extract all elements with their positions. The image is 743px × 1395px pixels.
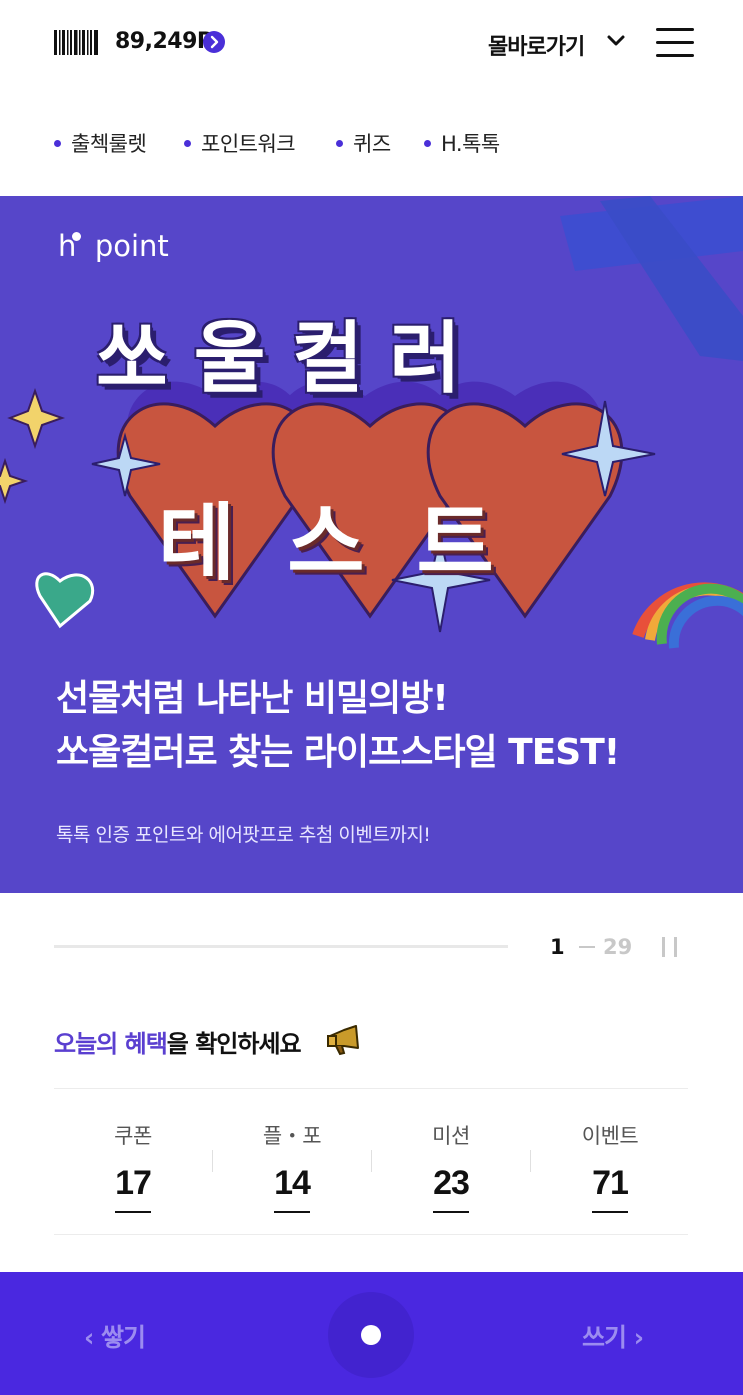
quick-link-label: 출첵룰렛	[71, 132, 147, 156]
stat-label: 쿠폰	[114, 1124, 152, 1148]
stat-label: 플・포	[262, 1124, 322, 1148]
stat-playpoint[interactable]: 플・포 14	[213, 1120, 371, 1213]
benefits-heading: 오늘의 혜택을 확인하세요	[54, 1024, 302, 1059]
points-arrow-icon[interactable]	[203, 31, 225, 53]
stat-mission[interactable]: 미션 23	[372, 1120, 530, 1213]
chevron-right-icon: ›	[626, 1323, 644, 1352]
bullet-dot	[424, 139, 431, 147]
banner-title-line2: 테스트	[158, 494, 546, 592]
stat-coupon[interactable]: 쿠폰 17	[54, 1120, 212, 1213]
quick-link-pointwalk[interactable]: 포인트워크	[184, 128, 296, 158]
banner-headline: 선물처럼 나타난 비밀의방! 쏘울컬러로 찾는 라이프스타일 TEST!	[56, 672, 620, 780]
carousel-pause-icon[interactable]	[662, 937, 680, 959]
chevron-left-icon: ‹	[84, 1323, 102, 1352]
points-balance[interactable]: 89,249P	[115, 29, 213, 54]
stat-value: 71	[592, 1164, 629, 1213]
banner-subline: 톡톡 인증 포인트와 에어팟프로 추첨 이벤트까지!	[56, 824, 431, 846]
hamburger-menu-icon[interactable]	[656, 28, 694, 58]
center-home-button[interactable]	[328, 1292, 414, 1378]
spend-button[interactable]: 쓰기 ›	[582, 1318, 644, 1354]
quick-link-roulette[interactable]: 출첵룰렛	[54, 128, 147, 158]
bullet-dot	[184, 139, 191, 147]
quick-link-label: H.톡톡	[441, 132, 500, 156]
banner-headline-line2: 쏘울컬러로 찾는 라이프스타일 TEST!	[56, 732, 620, 773]
promo-banner[interactable]: h point 쏘울컬러 테스트 선물처럼 나타난 비밀의방! 쏘울컬러로 찾는…	[0, 196, 743, 893]
benefits-heading-highlight: 혜택	[124, 1030, 168, 1058]
barcode-icon[interactable]	[54, 30, 98, 55]
carousel-current-page: 1	[550, 935, 565, 959]
hpoint-logo: h point	[58, 229, 169, 263]
carousel-page-separator	[579, 946, 595, 948]
banner-title-line1: 쏘울컬러	[96, 314, 488, 404]
stat-label: 이벤트	[581, 1124, 639, 1148]
earn-button[interactable]: ‹ 쌓기	[84, 1318, 146, 1354]
megaphone-icon	[327, 1025, 359, 1056]
stat-value: 14	[274, 1164, 311, 1213]
benefits-heading-highlight: 오늘의	[54, 1030, 118, 1058]
bullet-dot	[336, 139, 343, 147]
quick-link-htoktok[interactable]: H.톡톡	[424, 128, 500, 158]
quick-link-label: 포인트워크	[201, 132, 296, 156]
benefits-heading-rest: 을 확인하세요	[166, 1030, 302, 1058]
earn-label: 쌓기	[101, 1323, 146, 1352]
chevron-down-icon[interactable]	[606, 34, 626, 48]
stat-value: 17	[115, 1164, 152, 1213]
bullet-dot	[54, 139, 61, 147]
spend-label: 쓰기	[582, 1323, 627, 1352]
mall-shortcut-link[interactable]: 몰바로가기	[488, 29, 585, 61]
bottom-action-bar: ‹ 쌓기 쓰기 ›	[0, 1272, 743, 1395]
banner-headline-line1: 선물처럼 나타난 비밀의방!	[56, 678, 449, 719]
stat-label: 미션	[432, 1124, 470, 1148]
benefits-divider-top	[54, 1088, 688, 1089]
benefits-divider-bottom	[54, 1234, 688, 1235]
carousel-progress-track	[54, 945, 508, 948]
quick-links-bar: 출첵룰렛 포인트워크 퀴즈 H.톡톡	[0, 88, 743, 196]
quick-link-label: 퀴즈	[353, 132, 391, 156]
quick-link-quiz[interactable]: 퀴즈	[336, 128, 391, 158]
top-header: 89,249P 몰바로가기	[0, 0, 743, 88]
carousel-total-pages: 29	[603, 935, 633, 959]
stat-event[interactable]: 이벤트 71	[531, 1120, 689, 1213]
stat-value: 23	[433, 1164, 470, 1213]
